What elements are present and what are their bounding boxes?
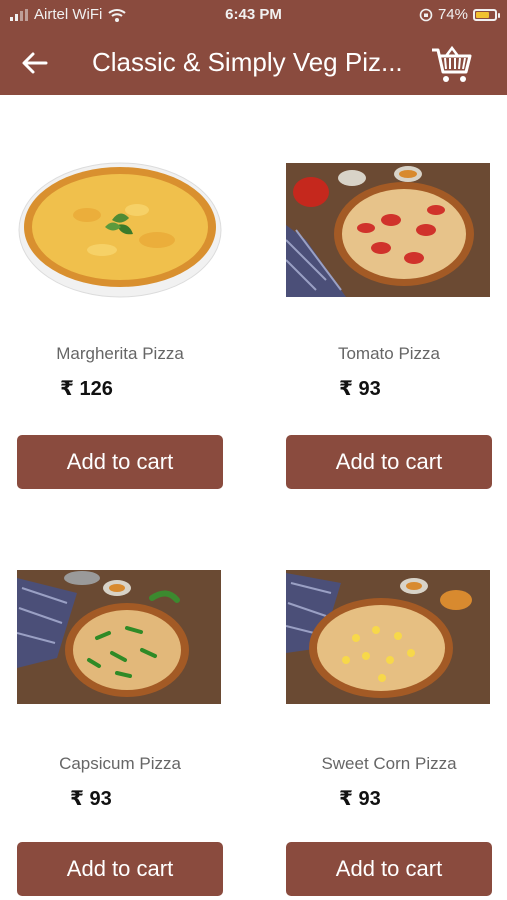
product-card: Sweet Corn Pizza ₹ 93 Add to cart [286, 538, 492, 898]
add-to-cart-button[interactable]: Add to cart [17, 842, 223, 896]
page-title: Classic & Simply Veg Piz... [92, 47, 403, 77]
app-bar: Airtel WiFi 6:43 PM 74% Classic & Simply… [0, 0, 507, 95]
product-card: Tomato Pizza ₹ 93 Add to cart [286, 130, 492, 490]
add-to-cart-button[interactable]: Add to cart [17, 435, 223, 489]
product-name: Sweet Corn Pizza [321, 754, 457, 773]
battery-percent: 74% [437, 6, 468, 23]
product-card: Margherita Pizza ₹ 126 Add to cart [17, 130, 223, 490]
product-name: Margherita Pizza [56, 344, 184, 363]
sweet-corn-pizza-image[interactable] [286, 538, 492, 708]
back-arrow-icon[interactable] [20, 48, 50, 78]
product-name: Capsicum Pizza [59, 754, 181, 773]
cart-icon[interactable] [430, 42, 474, 84]
product-card: Capsicum Pizza ₹ 93 Add to cart [17, 538, 223, 898]
tomato-pizza-image[interactable] [286, 130, 492, 300]
battery-icon [473, 8, 500, 21]
capsicum-pizza-image[interactable] [17, 538, 223, 708]
margherita-pizza-image[interactable] [17, 130, 223, 300]
add-to-cart-button[interactable]: Add to cart [286, 842, 492, 896]
product-price: ₹ 93 [339, 788, 381, 810]
orientation-lock-icon [419, 8, 433, 21]
product-price: ₹ 126 [60, 378, 113, 400]
add-to-cart-button[interactable]: Add to cart [286, 435, 492, 489]
product-price: ₹ 93 [339, 378, 381, 400]
product-name: Tomato Pizza [337, 344, 441, 363]
product-price: ₹ 93 [70, 788, 112, 810]
status-bar: Airtel WiFi 6:43 PM 74% [0, 0, 507, 30]
